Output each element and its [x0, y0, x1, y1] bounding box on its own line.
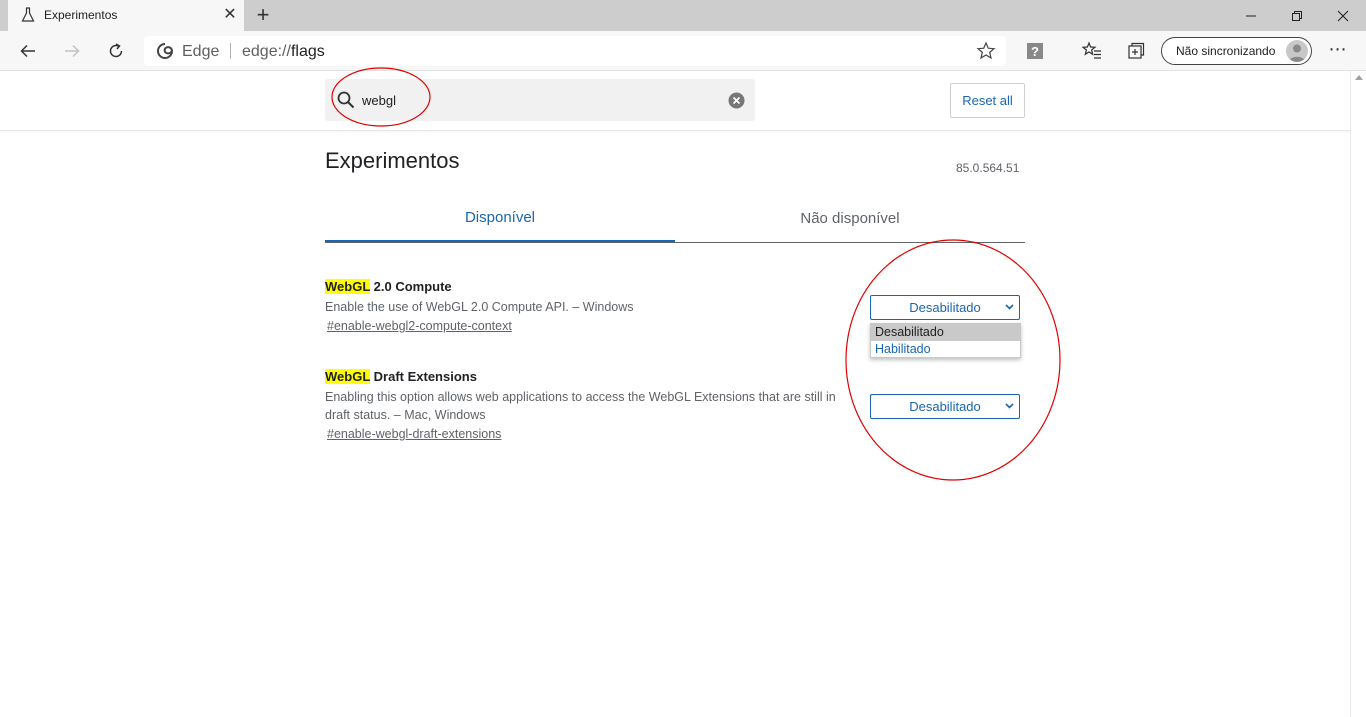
tab-unavailable[interactable]: Não disponível	[675, 196, 1025, 242]
svg-text:?: ?	[1031, 44, 1039, 59]
more-icon[interactable]: ⋯	[1326, 39, 1350, 63]
refresh-icon[interactable]	[102, 37, 130, 65]
search-box[interactable]	[325, 79, 755, 121]
avatar-icon	[1286, 40, 1308, 62]
flask-icon	[21, 7, 35, 22]
experiment-select[interactable]: Desabilitado	[870, 295, 1020, 320]
select-value: Desabilitado	[909, 300, 981, 315]
select-value: Desabilitado	[909, 399, 981, 414]
edge-logo-icon	[157, 43, 173, 59]
collections-icon[interactable]	[1126, 41, 1146, 61]
tab-available[interactable]: Disponível	[325, 196, 675, 242]
chevron-down-icon	[1005, 403, 1014, 409]
select-dropdown: Desabilitado Habilitado	[870, 323, 1021, 358]
search-highlight: WebGL	[325, 279, 371, 294]
experiment-select[interactable]: Desabilitado	[870, 394, 1020, 419]
close-icon[interactable]: ✕	[220, 5, 240, 25]
search-input[interactable]	[362, 91, 722, 109]
omnibox-separator	[230, 43, 231, 59]
browser-tab[interactable]: Experimentos ✕	[8, 0, 244, 31]
omnibox-label: Edge	[182, 43, 220, 60]
star-icon[interactable]	[976, 41, 996, 61]
search-highlight: WebGL	[325, 369, 371, 384]
minimize-icon[interactable]	[1228, 0, 1274, 31]
help-icon[interactable]: ?	[1025, 41, 1045, 61]
address-bar[interactable]: Edge edge://flags	[144, 36, 1006, 66]
availability-tabs: Disponível Não disponível	[325, 196, 1025, 243]
experiment-description: Enabling this option allows web applicat…	[325, 390, 836, 422]
forward-arrow-icon[interactable]	[58, 37, 86, 65]
experiment-title: WebGL Draft Extensions	[325, 369, 477, 384]
reset-all-button[interactable]: Reset all	[950, 83, 1025, 118]
experiment-permalink[interactable]: #enable-webgl2-compute-context	[327, 319, 512, 333]
restore-icon[interactable]	[1274, 0, 1320, 31]
experiment-description: Enable the use of WebGL 2.0 Compute API.…	[325, 300, 634, 314]
sync-button[interactable]: Não sincronizando	[1161, 37, 1312, 65]
dropdown-option-enabled[interactable]: Habilitado	[871, 341, 1020, 358]
clear-icon[interactable]	[728, 92, 745, 109]
flags-header: Reset all	[0, 71, 1350, 131]
dropdown-option-disabled[interactable]: Desabilitado	[871, 324, 1020, 341]
annotation-ellipse-selects	[845, 239, 1061, 481]
url-text: edge://flags	[242, 43, 325, 60]
scroll-up-icon[interactable]	[1355, 75, 1363, 80]
experiment-title: WebGL 2.0 Compute	[325, 279, 452, 294]
tab-strip: Experimentos ✕ +	[0, 0, 1366, 31]
experiment-permalink[interactable]: #enable-webgl-draft-extensions	[327, 427, 501, 441]
version-label: 85.0.564.51	[956, 161, 1020, 175]
tab-title: Experimentos	[44, 8, 118, 22]
sync-label: Não sincronizando	[1176, 44, 1276, 58]
close-window-icon[interactable]	[1320, 0, 1366, 31]
back-arrow-icon[interactable]	[14, 37, 42, 65]
chevron-down-icon	[1005, 304, 1014, 310]
search-icon	[337, 91, 355, 109]
plus-icon[interactable]: +	[252, 3, 274, 27]
page-title: Experimentos	[325, 148, 460, 173]
scrollbar[interactable]	[1350, 71, 1366, 717]
browser-toolbar: Edge edge://flags ? Não sincronizando ⋯	[0, 31, 1366, 71]
favorites-icon[interactable]	[1082, 41, 1102, 61]
